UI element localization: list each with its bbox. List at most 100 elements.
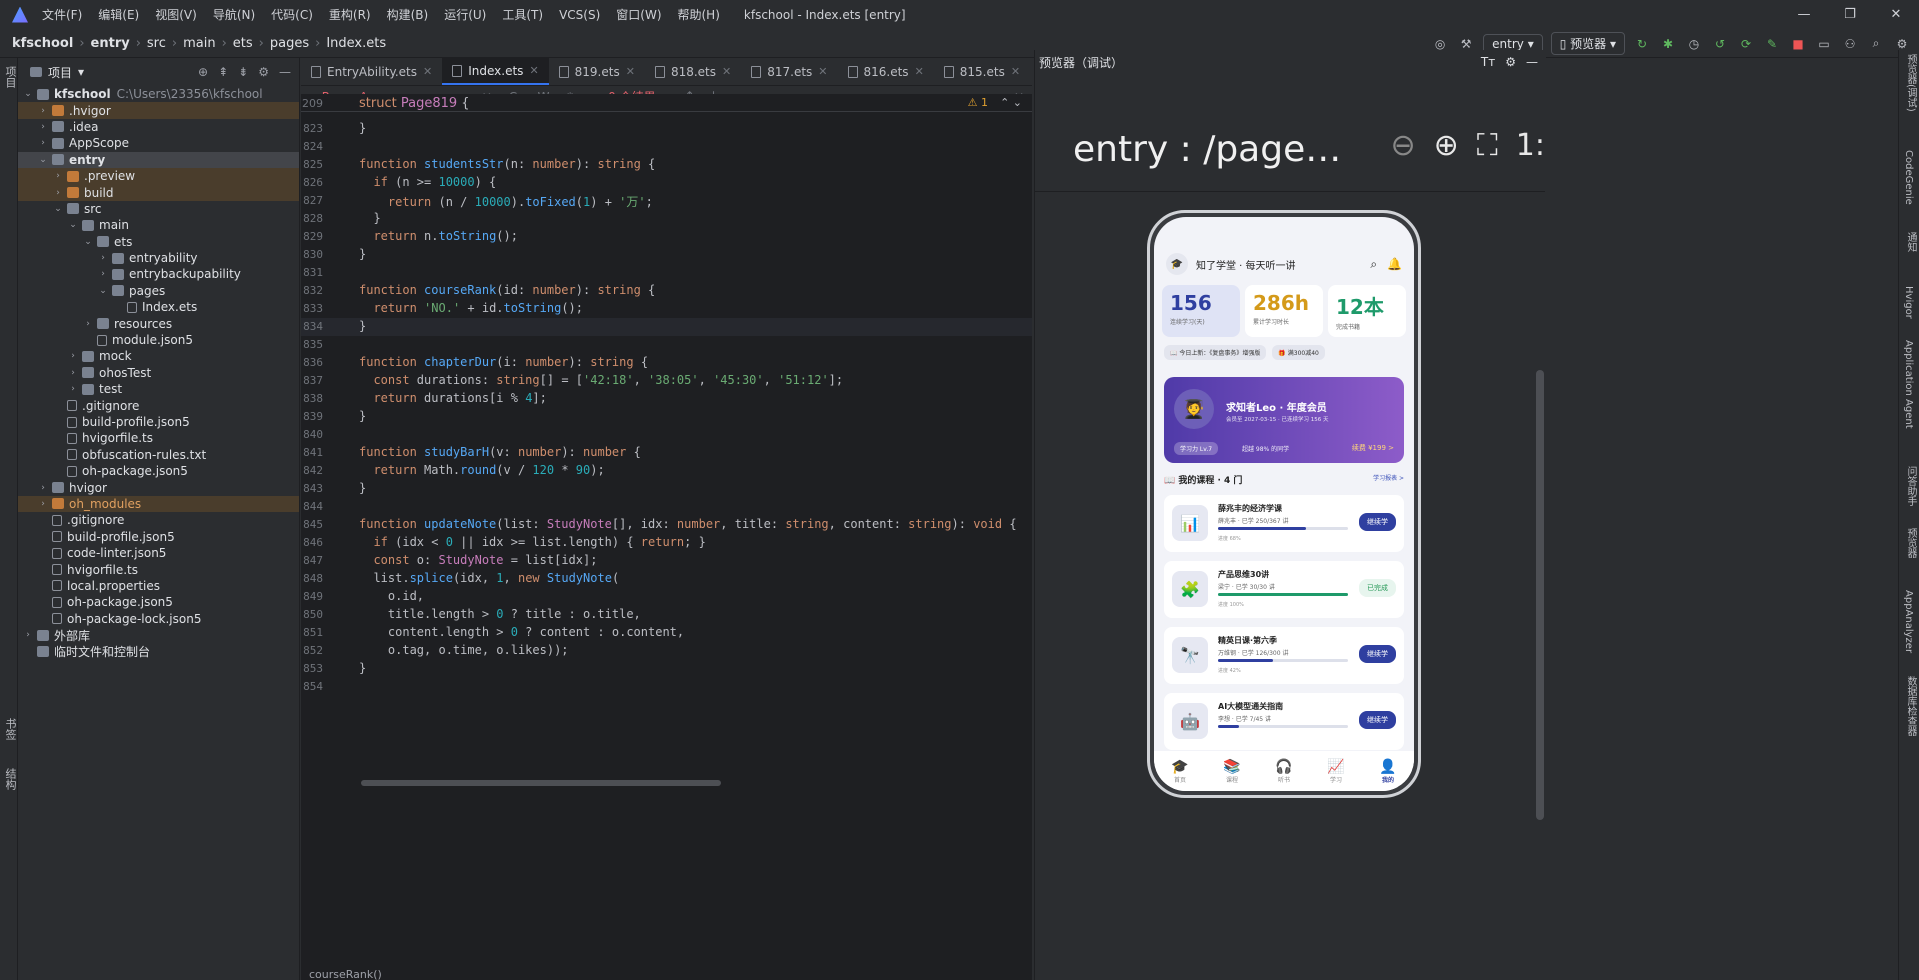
tree-item[interactable]: › .preview bbox=[18, 167, 299, 185]
code-line[interactable]: return n.toString(); bbox=[359, 229, 518, 243]
course-card[interactable]: 🔭 精英日课·第六季 万维钢 · 已学 126/300 讲进度 42% 继续学 bbox=[1164, 627, 1404, 684]
collapse-all-icon[interactable]: ⇞ bbox=[218, 65, 228, 79]
chevron-right-icon[interactable]: › bbox=[22, 630, 34, 640]
editor-tab[interactable]: 816.ets ✕ bbox=[838, 58, 934, 85]
tree-item[interactable]: › resources bbox=[18, 315, 299, 331]
code-line[interactable]: } bbox=[359, 409, 366, 423]
chevron-right-icon[interactable]: › bbox=[37, 106, 49, 116]
tree-item[interactable]: ⌄ ets bbox=[18, 234, 299, 250]
breadcrumb-item[interactable]: entry bbox=[91, 36, 130, 51]
menu-item[interactable]: 帮助(H) bbox=[678, 8, 720, 22]
editor-tab[interactable]: 817.ets ✕ bbox=[741, 58, 837, 85]
chevron-right-icon[interactable]: › bbox=[67, 351, 79, 361]
close-tab-icon[interactable]: ✕ bbox=[915, 65, 924, 78]
chevron-right-icon[interactable]: › bbox=[82, 319, 94, 329]
code-line[interactable]: } bbox=[359, 481, 366, 495]
tree-item[interactable]: oh-package-lock.json5 bbox=[18, 611, 299, 627]
close-tab-icon[interactable]: ✕ bbox=[423, 65, 432, 78]
code-line[interactable]: } bbox=[359, 211, 380, 225]
menu-item[interactable]: 视图(V) bbox=[155, 8, 197, 22]
right-tool-button[interactable]: AppAnalyzer bbox=[1903, 590, 1914, 653]
minimize-icon[interactable]: — bbox=[1781, 0, 1827, 29]
bottom-tab[interactable]: 🎓 首页 bbox=[1171, 759, 1188, 784]
chevron-down-icon[interactable]: ⌄ bbox=[22, 89, 34, 99]
zoom-ratio[interactable]: 1: bbox=[1516, 128, 1545, 163]
breadcrumb-item[interactable]: main bbox=[183, 36, 215, 51]
menu-item[interactable]: 编辑(E) bbox=[98, 8, 139, 22]
tree-item[interactable]: › entryability bbox=[18, 250, 299, 266]
tree-item[interactable]: .gitignore bbox=[18, 397, 299, 413]
menu-item[interactable]: 运行(U) bbox=[444, 8, 486, 22]
code-line[interactable]: content.length > 0 ? content : o.content… bbox=[359, 625, 684, 639]
right-tool-button[interactable]: 预览器(调试) bbox=[1903, 54, 1918, 112]
stat-card[interactable]: 12本 完成书籍 bbox=[1328, 285, 1406, 337]
code-line[interactable]: } bbox=[359, 661, 366, 675]
chevron-down-icon[interactable]: ⌄ bbox=[82, 237, 94, 247]
close-tab-icon[interactable]: ✕ bbox=[529, 64, 538, 77]
device-screen[interactable]: 🎓 知了学堂 · 每天听一讲 ⌕ 🔔 156 连续学习(天) 286h 累计学习时长 1… bbox=[1154, 217, 1414, 791]
code-line[interactable]: function updateNote(list: StudyNote[], i… bbox=[359, 517, 1017, 531]
tree-item[interactable]: hvigorfile.ts bbox=[18, 561, 299, 577]
code-line[interactable]: o.tag, o.time, o.likes)); bbox=[359, 643, 569, 657]
tree-item[interactable]: › AppScope bbox=[18, 135, 299, 151]
zoom-out-icon[interactable]: ⊖ bbox=[1391, 128, 1416, 163]
tree-item[interactable]: › 外部库 bbox=[18, 627, 299, 643]
continue-button[interactable]: 继续学 bbox=[1359, 711, 1396, 729]
tree-item[interactable]: › mock bbox=[18, 348, 299, 364]
tree-item[interactable]: › .idea bbox=[18, 119, 299, 135]
chevron-right-icon[interactable]: › bbox=[37, 138, 49, 148]
code-line[interactable]: function courseRank(id: number): string … bbox=[359, 283, 655, 297]
close-icon[interactable]: ✕ bbox=[1873, 0, 1919, 29]
code-line[interactable]: return (n / 10000).toFixed(1) + '万'; bbox=[359, 193, 653, 210]
tree-item[interactable]: › test bbox=[18, 381, 299, 397]
tree-item[interactable]: oh-package.json5 bbox=[18, 463, 299, 479]
hide-icon[interactable]: — bbox=[279, 65, 291, 79]
code-line[interactable]: return durations[i % 4]; bbox=[359, 391, 546, 405]
bottom-tab[interactable]: 📚 课程 bbox=[1223, 759, 1240, 784]
project-tool-button[interactable]: 项目 bbox=[2, 66, 18, 88]
code-line[interactable]: function chapterDur(i: number): string { bbox=[359, 355, 648, 369]
menu-item[interactable]: 构建(B) bbox=[387, 8, 429, 22]
apply-changes-icon[interactable]: ⟳ bbox=[1737, 35, 1755, 53]
code-line[interactable]: o.id, bbox=[359, 589, 424, 603]
menu-item[interactable]: 窗口(W) bbox=[616, 8, 661, 22]
code-line[interactable]: return Math.round(v / 120 * 90); bbox=[359, 463, 604, 477]
expand-all-icon[interactable]: ⇟ bbox=[238, 65, 248, 79]
tree-item[interactable]: oh-package.json5 bbox=[18, 594, 299, 610]
tree-item[interactable]: obfuscation-rules.txt bbox=[18, 447, 299, 463]
nav-arrows[interactable]: ⌃ ⌄ bbox=[1000, 96, 1022, 109]
close-tab-icon[interactable]: ✕ bbox=[818, 65, 827, 78]
tree-item[interactable]: › ohosTest bbox=[18, 365, 299, 381]
device-select[interactable]: ▯ 预览器 ▾ bbox=[1550, 32, 1625, 55]
right-tool-button[interactable]: 预览器 bbox=[1903, 528, 1918, 558]
coverage-icon[interactable]: ✎ bbox=[1763, 35, 1781, 53]
course-card[interactable]: 📊 薛兆丰的经济学课 薛兆丰 · 已学 250/367 讲进度 68% 继续学 bbox=[1164, 495, 1404, 552]
right-tool-button[interactable]: Application Agent bbox=[1903, 340, 1914, 429]
close-tab-icon[interactable]: ✕ bbox=[722, 65, 731, 78]
horizontal-scrollbar[interactable] bbox=[361, 780, 721, 786]
chevron-right-icon[interactable]: › bbox=[67, 368, 79, 378]
structure-tool-button[interactable]: 结构 bbox=[2, 768, 18, 790]
completed-button[interactable]: 已完成 bbox=[1359, 579, 1396, 597]
editor-tab[interactable]: 819.ets ✕ bbox=[549, 58, 645, 85]
chevron-down-icon[interactable]: ⌄ bbox=[52, 204, 64, 214]
code-line[interactable]: if (n >= 10000) { bbox=[359, 175, 496, 189]
code-line[interactable]: } bbox=[359, 319, 366, 333]
account-icon[interactable]: ⚇ bbox=[1841, 35, 1859, 53]
member-card[interactable]: 🧑‍🎓 求知者Leo · 年度会员 会员至 2027-03-15 · 已连续学习… bbox=[1164, 377, 1404, 463]
preview-scrollbar[interactable] bbox=[1536, 370, 1544, 820]
chevron-right-icon[interactable]: › bbox=[97, 269, 109, 279]
profile-icon[interactable]: ◷ bbox=[1685, 35, 1703, 53]
zoom-in-icon[interactable]: ⊕ bbox=[1434, 128, 1459, 163]
tree-root[interactable]: ⌄ kfschool C:\Users\23356\kfschool bbox=[18, 86, 299, 102]
font-size-icon[interactable]: Tт bbox=[1481, 55, 1495, 69]
tree-item[interactable]: ⌄ src bbox=[18, 201, 299, 217]
tree-item[interactable]: ⌄ main bbox=[18, 217, 299, 233]
menu-item[interactable]: 导航(N) bbox=[213, 8, 255, 22]
locate-icon[interactable]: ⊕ bbox=[198, 65, 208, 79]
chevron-right-icon[interactable]: › bbox=[37, 483, 49, 493]
search-icon[interactable]: ⌕ bbox=[1867, 35, 1885, 53]
tree-item[interactable]: Index.ets bbox=[18, 299, 299, 315]
chevron-right-icon[interactable]: › bbox=[37, 499, 49, 509]
bottom-tab[interactable]: 🎧 听书 bbox=[1275, 759, 1292, 784]
